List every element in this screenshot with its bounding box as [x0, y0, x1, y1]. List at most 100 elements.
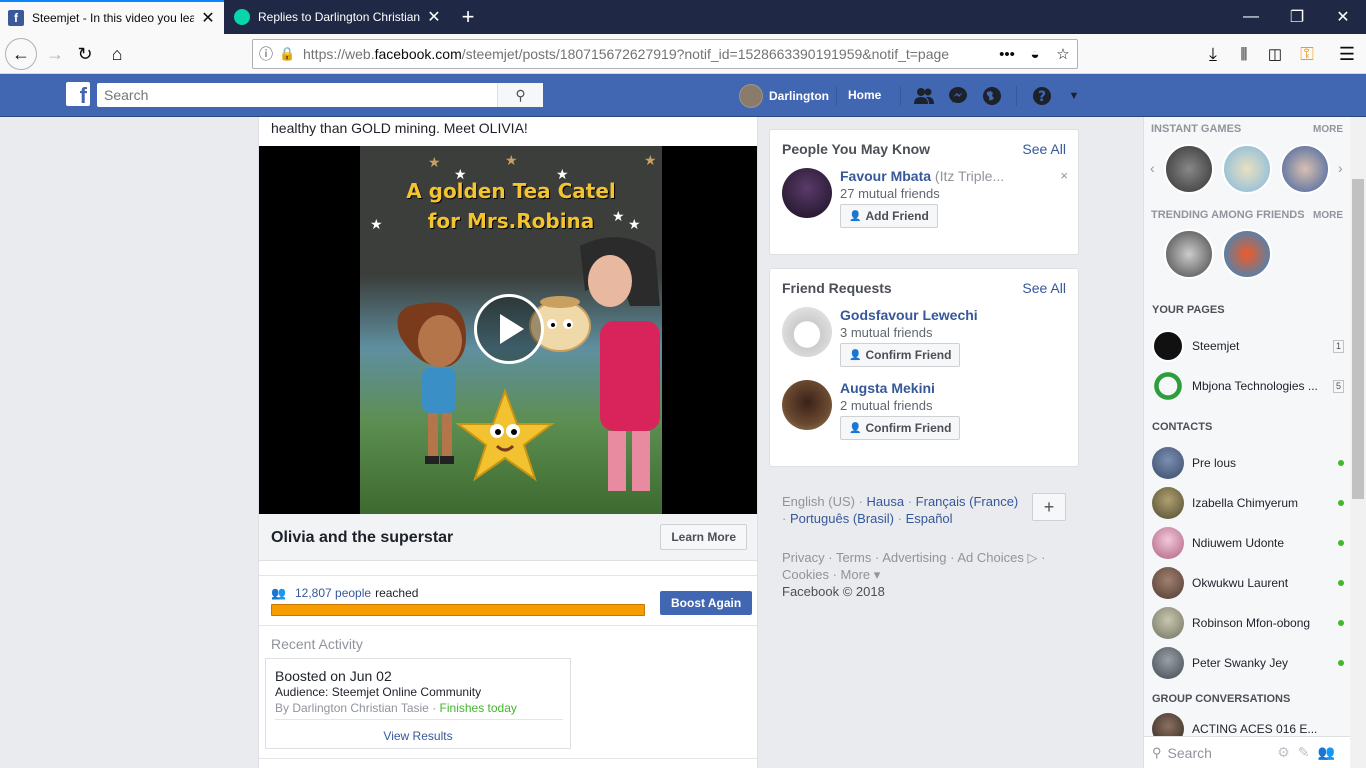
- lock-icon: 🔒: [279, 46, 296, 61]
- language-spanish[interactable]: Español: [906, 511, 953, 526]
- avatar[interactable]: [782, 307, 832, 357]
- language-hausa[interactable]: Hausa: [867, 494, 905, 509]
- cookies-link[interactable]: Cookies: [782, 567, 829, 582]
- star-icon: ★: [428, 154, 441, 170]
- privacy-link[interactable]: Privacy: [782, 550, 825, 565]
- divider: [836, 86, 837, 106]
- back-icon[interactable]: ←: [5, 38, 37, 70]
- library-icon[interactable]: ⫼: [1229, 39, 1259, 69]
- confirm-friend-button[interactable]: 👤 Confirm Friend: [840, 416, 961, 440]
- contact-item[interactable]: Pre lous: [1152, 445, 1344, 481]
- carousel-left-icon[interactable]: ‹: [1150, 160, 1155, 176]
- avatar: [1152, 607, 1184, 639]
- sidebar-toggle-icon[interactable]: ◫: [1260, 39, 1290, 69]
- mutual-friends[interactable]: 2 mutual friends: [840, 398, 933, 413]
- ad-choices-link[interactable]: Ad Choices: [957, 550, 1023, 565]
- tab-steemjet[interactable]: f Steemjet - In this video you lea ✕: [0, 0, 224, 34]
- games-more-link[interactable]: MORE: [1313, 124, 1343, 135]
- maximize-icon[interactable]: ❐: [1274, 0, 1320, 34]
- game-thumbnail[interactable]: [1164, 144, 1214, 194]
- search-icon[interactable]: ⚲: [497, 83, 543, 107]
- dismiss-icon[interactable]: ×: [1060, 168, 1068, 183]
- close-tab-icon[interactable]: ✕: [200, 8, 216, 28]
- view-results-link[interactable]: View Results: [266, 729, 570, 743]
- reach-count-link[interactable]: 12,807 people: [295, 586, 371, 600]
- person-name[interactable]: Godsfavour Lewechi: [840, 307, 978, 323]
- boost-again-button[interactable]: Boost Again: [660, 591, 753, 615]
- friend-requests-see-all-link[interactable]: See All: [1022, 280, 1066, 296]
- contact-item[interactable]: Ndiuwem Udonte: [1152, 525, 1344, 561]
- facebook-logo[interactable]: f: [66, 82, 90, 106]
- carousel-right-icon[interactable]: ›: [1338, 160, 1343, 176]
- help-icon[interactable]: ?: [1030, 84, 1054, 108]
- profile-link[interactable]: Darlington: [739, 84, 829, 108]
- confirm-friend-button[interactable]: 👤 Confirm Friend: [840, 343, 961, 367]
- friend-request-item: Augsta Mekini 2 mutual friends 👤 Confirm …: [782, 380, 1072, 440]
- contact-item[interactable]: Robinson Mfon-obong: [1152, 605, 1344, 641]
- tab-title: Steemjet - In this video you lea: [32, 11, 194, 25]
- address-bar[interactable]: ⓘ 🔒 https://web.facebook.com/steemjet/po…: [252, 39, 1078, 69]
- video-player[interactable]: ★ ★ ★ ★ ★ ★ ★ ★ A golden Tea Catel for M…: [259, 146, 757, 514]
- friend-requests-icon[interactable]: [912, 84, 936, 108]
- mutual-friends[interactable]: 3 mutual friends: [840, 325, 933, 340]
- avatar[interactable]: [782, 380, 832, 430]
- person-name[interactable]: Augsta Mekini: [840, 380, 935, 396]
- ad-choices-icon: ▷: [1027, 550, 1038, 565]
- tab-replies[interactable]: Replies to Darlington Christian ✕: [226, 0, 450, 34]
- contact-item[interactable]: Okwukwu Laurent: [1152, 565, 1344, 601]
- account-menu-icon[interactable]: ▼: [1062, 84, 1086, 108]
- link-attachment[interactable]: Olivia and the superstar Learn More: [259, 514, 757, 561]
- language-french[interactable]: Français (France): [916, 494, 1019, 509]
- game-thumbnail[interactable]: [1222, 144, 1272, 194]
- mutual-friends[interactable]: 27 mutual friends: [840, 186, 940, 201]
- person-name[interactable]: Favour Mbata (Itz Triple...: [840, 168, 1004, 184]
- scrollbar-thumb[interactable]: [1352, 179, 1364, 499]
- minimize-icon[interactable]: —: [1228, 0, 1274, 34]
- game-thumbnail[interactable]: [1222, 229, 1272, 279]
- game-thumbnail[interactable]: [1164, 229, 1214, 279]
- page-item-mbjona[interactable]: Mbjona Technologies ... 5: [1152, 368, 1344, 404]
- language-portuguese[interactable]: Português (Brasil): [790, 511, 894, 526]
- search-input[interactable]: [97, 84, 497, 106]
- contact-item[interactable]: Izabella Chimyerum: [1152, 485, 1344, 521]
- chat-search[interactable]: ⚲ Search ⚙✎👥: [1144, 736, 1350, 768]
- page-actions-icon[interactable]: •••: [993, 46, 1021, 63]
- current-language: English (US): [782, 494, 855, 509]
- window-close-icon[interactable]: ✕: [1320, 0, 1366, 34]
- friend-requests-title: Friend Requests: [782, 280, 892, 296]
- page-count-badge: 1: [1332, 339, 1344, 353]
- learn-more-button[interactable]: Learn More: [660, 524, 747, 550]
- site-info-icon[interactable]: ⓘ: [253, 44, 279, 64]
- url-text[interactable]: https://web.facebook.com/steemjet/posts/…: [297, 46, 993, 62]
- add-language-button[interactable]: +: [1032, 493, 1066, 521]
- bookmark-star-icon[interactable]: ☆: [1049, 45, 1077, 63]
- add-friend-button[interactable]: 👤 Add Friend: [840, 204, 938, 228]
- trending-heading: TRENDING AMONG FRIENDS: [1151, 209, 1305, 221]
- trending-more-link[interactable]: MORE: [1313, 210, 1343, 221]
- reload-icon[interactable]: ↻: [70, 39, 100, 69]
- new-tab-button[interactable]: +: [456, 4, 480, 30]
- forward-icon[interactable]: →: [40, 39, 70, 69]
- user-name: Darlington: [769, 89, 829, 103]
- pocket-icon[interactable]: ◒: [1021, 46, 1049, 63]
- downloads-icon[interactable]: ⤓: [1198, 39, 1228, 69]
- facebook-search: ⚲: [97, 83, 543, 107]
- avatar[interactable]: [782, 168, 832, 218]
- menu-icon[interactable]: ☰: [1332, 39, 1362, 69]
- home-link[interactable]: Home: [848, 88, 881, 102]
- terms-link[interactable]: Terms: [836, 550, 871, 565]
- messenger-icon[interactable]: [946, 84, 970, 108]
- page-scrollbar[interactable]: [1350, 117, 1366, 768]
- advertising-link[interactable]: Advertising: [882, 550, 946, 565]
- chat-options-icons[interactable]: ⚙✎👥: [1277, 744, 1343, 761]
- pymk-see-all-link[interactable]: See All: [1022, 141, 1066, 157]
- page-item-steemjet[interactable]: Steemjet 1: [1152, 328, 1344, 364]
- notifications-globe-icon[interactable]: [980, 84, 1004, 108]
- key-extension-icon[interactable]: ⚿: [1292, 39, 1322, 69]
- close-tab-icon[interactable]: ✕: [426, 7, 442, 27]
- game-thumbnail[interactable]: [1280, 144, 1330, 194]
- home-icon[interactable]: ⌂: [102, 39, 132, 69]
- contact-item[interactable]: Peter Swanky Jey: [1152, 645, 1344, 681]
- play-button[interactable]: [474, 294, 544, 364]
- more-link[interactable]: More: [841, 567, 871, 582]
